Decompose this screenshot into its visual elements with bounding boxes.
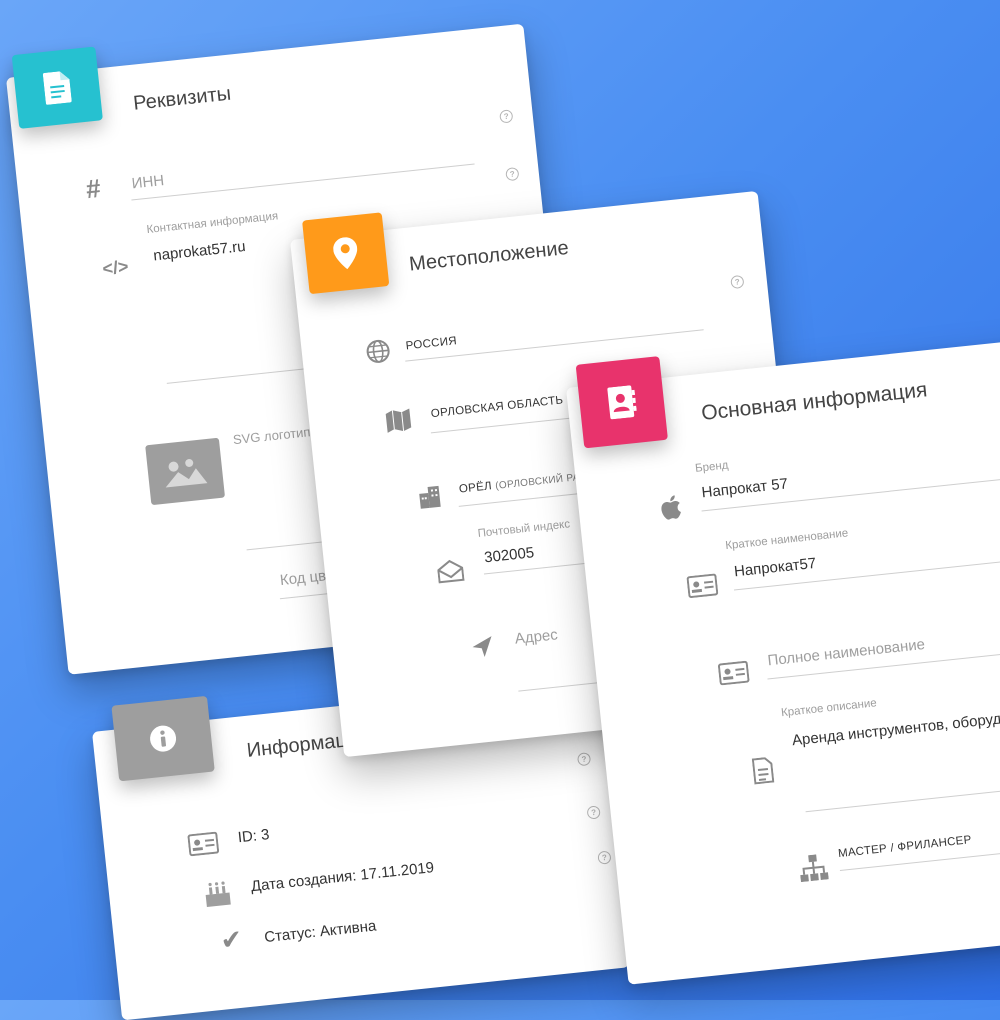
code-icon: </> (101, 256, 130, 279)
envelope-open-icon (437, 559, 465, 584)
help-icon[interactable]: ? (586, 805, 601, 820)
logo-thumbnail[interactable] (145, 437, 226, 506)
created-date-text: Дата создания: 17.11.2019 (250, 859, 435, 896)
navigation-arrow-icon (472, 636, 492, 657)
postal-label: Почтовый индекс (477, 518, 571, 540)
info-icon (150, 725, 177, 752)
contact-value[interactable]: naprokat57.ru (153, 238, 247, 265)
information-badge (111, 695, 215, 782)
requisites-badge (11, 46, 103, 129)
hierarchy-icon (800, 854, 829, 883)
document-lines-icon (751, 757, 775, 785)
help-icon[interactable]: ? (597, 850, 612, 865)
requisites-title: Реквизиты (132, 82, 233, 115)
help-icon[interactable]: ? (505, 166, 520, 182)
short-desc-underline (805, 780, 1000, 813)
inn-underline (131, 163, 475, 201)
id-text: ID: 3 (236, 826, 271, 847)
logo-image-icon (165, 458, 208, 488)
short-name-label: Краткое наименование (724, 527, 849, 553)
main-info-card: Основная информация Бренд Напрокат 57 Кр… (566, 337, 1000, 985)
city-icon (419, 485, 441, 509)
map-icon (385, 408, 412, 433)
apple-logo-icon (661, 495, 681, 520)
help-icon[interactable]: ? (499, 109, 514, 124)
id-card-icon (717, 660, 750, 686)
contact-label: Контактная информация (146, 210, 279, 237)
location-title: Местоположение (408, 236, 570, 276)
globe-icon (366, 339, 390, 363)
city-name: ОРЁЛ (458, 480, 493, 496)
contact-book-icon (607, 385, 637, 420)
category-select[interactable]: МАСТЕР / ФРИЛАНСЕР (838, 834, 973, 860)
brand-label: Бренд (694, 459, 730, 475)
cake-icon (205, 881, 231, 907)
postal-input[interactable]: 302005 (483, 544, 535, 566)
status-text: Статус: Активна (263, 917, 378, 947)
logo-label: SVG логотип (232, 424, 312, 448)
id-card-icon (686, 573, 719, 599)
short-name-input[interactable]: Напрокат57 (733, 555, 817, 581)
main-info-badge (575, 356, 668, 449)
inn-input[interactable]: ИНН (131, 172, 165, 192)
brand-input[interactable]: Напрокат 57 (701, 475, 789, 501)
country-select[interactable]: РОССИЯ (405, 335, 457, 352)
hash-icon: # (84, 172, 103, 205)
short-desc-label: Краткое описание (780, 697, 878, 720)
document-icon (42, 71, 72, 105)
map-pin-icon (333, 237, 358, 270)
region-select[interactable]: ОРЛОВСКАЯ ОБЛАСТЬ (430, 394, 564, 420)
main-info-title: Основная информация (700, 378, 929, 425)
address-input[interactable]: Адрес (514, 626, 558, 647)
id-card-icon (187, 831, 220, 857)
help-icon[interactable]: ? (730, 274, 745, 290)
check-icon: ✔ (218, 923, 244, 956)
location-badge (302, 212, 390, 295)
help-icon[interactable]: ? (576, 752, 592, 767)
